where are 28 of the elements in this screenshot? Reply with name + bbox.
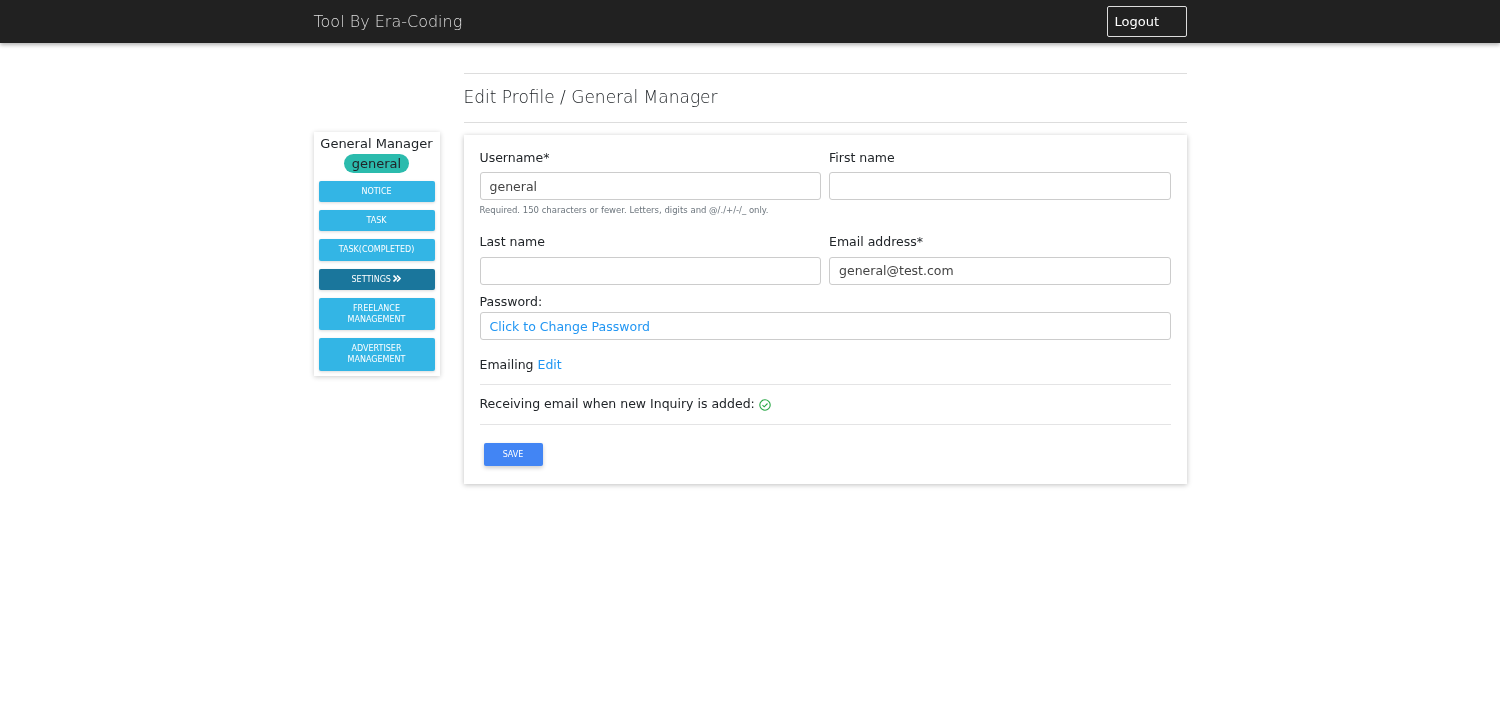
double-chevron-icon [393, 275, 402, 283]
change-password-link[interactable]: Click to Change Password [489, 318, 650, 334]
menu-button[interactable]: FREELANCE MANAGEMENT [318, 297, 435, 331]
field-label: Password: [479, 292, 544, 311]
field-label: First name [829, 148, 896, 167]
field-label: Last name [479, 233, 546, 251]
edit-link[interactable]: Edit [537, 356, 562, 372]
menu-button[interactable]: ADVERTISER MANAGEMENT [318, 338, 435, 371]
menu-button[interactable]: TASK(COMPLETED) [318, 239, 435, 261]
text-field[interactable]: general@test.com [829, 256, 1171, 285]
menu-button[interactable]: TASK [318, 210, 435, 232]
save-button[interactable]: SAVE [483, 443, 543, 466]
notification-text: Receiving email when new Inquiry is added: [479, 395, 755, 414]
menu-button[interactable]: SETTINGS [318, 268, 435, 290]
password-field[interactable]: Click to Change Password [479, 311, 1171, 340]
page-title: Edit Profile / General Manager [463, 73, 1187, 123]
role-title: General Manager [319, 135, 434, 153]
help-text: Required. 150 characters or fewer. Letters, digits and @/./+/-/_ only. [479, 204, 770, 217]
brand-title: Tool By Era-Coding [313, 10, 463, 33]
section-label: Emailing [479, 356, 534, 372]
field-label: Username* [479, 148, 551, 167]
logout-button[interactable]: Logout [1106, 6, 1187, 37]
role-badge: general [343, 153, 410, 173]
text-field[interactable]: general [479, 172, 821, 201]
menu-button[interactable]: NOTICE [318, 181, 435, 203]
text-field[interactable] [829, 172, 1171, 201]
text-field[interactable] [479, 256, 821, 285]
field-label: Email address* [829, 233, 924, 251]
